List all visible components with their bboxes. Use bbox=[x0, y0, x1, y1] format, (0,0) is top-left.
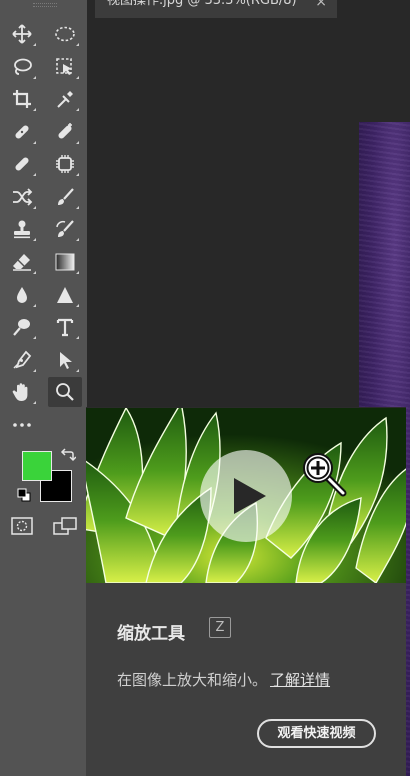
foreground-color-swatch[interactable] bbox=[22, 451, 52, 481]
eraser-icon bbox=[13, 254, 31, 271]
learn-more-link[interactable]: 了解详情 bbox=[270, 671, 330, 689]
type-tool[interactable] bbox=[48, 312, 82, 342]
red-eye-tool[interactable] bbox=[5, 182, 39, 212]
healing-brush-tool[interactable] bbox=[48, 117, 82, 147]
more-icon bbox=[13, 423, 31, 427]
path-selection-tool[interactable] bbox=[48, 345, 82, 375]
screen-mode-icon[interactable] bbox=[53, 517, 77, 535]
tooltip-description: 在图像上放大和缩小。 了解详情 bbox=[117, 669, 330, 690]
play-icon bbox=[234, 478, 266, 514]
triangle-icon bbox=[57, 287, 73, 303]
object-selection-icon bbox=[56, 58, 72, 75]
pen-tool[interactable] bbox=[5, 345, 39, 375]
lasso-tool[interactable] bbox=[5, 52, 39, 82]
gradient-icon bbox=[55, 253, 75, 271]
type-icon bbox=[56, 318, 74, 337]
object-selection-tool[interactable] bbox=[48, 52, 82, 82]
play-button[interactable] bbox=[200, 450, 292, 542]
move-tool[interactable] bbox=[5, 19, 39, 49]
swap-colors-icon[interactable] bbox=[60, 447, 76, 463]
zoom-in-cursor-icon bbox=[303, 453, 347, 497]
healing-brush-icon bbox=[58, 123, 72, 139]
history-brush-icon bbox=[56, 220, 74, 237]
eyedropper-tool[interactable] bbox=[48, 84, 82, 114]
blur-tool[interactable] bbox=[5, 280, 39, 310]
panel-grip[interactable] bbox=[33, 3, 57, 7]
zoom-tool[interactable] bbox=[48, 377, 82, 407]
crop-tool[interactable] bbox=[5, 84, 39, 114]
eyedropper-icon bbox=[57, 91, 73, 108]
shuffle-icon bbox=[13, 188, 33, 206]
elliptical-marquee-tool[interactable] bbox=[48, 19, 82, 49]
content-aware-tool[interactable] bbox=[48, 149, 82, 179]
hand-icon bbox=[12, 383, 28, 401]
hand-tool[interactable] bbox=[5, 377, 39, 407]
pen-icon bbox=[13, 350, 32, 369]
sharpen-tool[interactable] bbox=[48, 280, 82, 310]
zoom-tool-tooltip: 缩放工具 Z 在图像上放大和缩小。 了解详情 观看快速视频 bbox=[86, 407, 406, 776]
default-colors-icon[interactable] bbox=[16, 487, 32, 503]
brush-icon bbox=[58, 188, 74, 205]
history-brush-tool[interactable] bbox=[48, 214, 82, 244]
spot-healing-icon bbox=[15, 125, 29, 139]
drop-icon bbox=[17, 287, 27, 303]
move-icon bbox=[12, 24, 32, 44]
watch-quick-video-button[interactable]: 观看快速视频 bbox=[257, 719, 376, 748]
close-tab-icon[interactable]: × bbox=[315, 0, 327, 9]
eraser-tool[interactable] bbox=[5, 247, 39, 277]
clone-stamp-tool[interactable] bbox=[5, 214, 39, 244]
tooltip-title: 缩放工具 bbox=[117, 624, 185, 644]
bandage-icon bbox=[15, 157, 29, 171]
bandage-tool[interactable] bbox=[5, 149, 39, 179]
dodge-icon bbox=[13, 319, 30, 336]
tools-panel bbox=[0, 0, 87, 776]
gradient-tool[interactable] bbox=[48, 247, 82, 277]
crop-icon bbox=[13, 90, 31, 108]
shortcut-key-badge: Z bbox=[209, 617, 231, 638]
tooltip-video-preview[interactable] bbox=[86, 408, 406, 583]
brush-tool[interactable] bbox=[48, 182, 82, 212]
document-tab[interactable]: 视图操作.jpg @ 33.3%(RGB/8) × bbox=[95, 0, 337, 18]
ellipse-marquee-icon bbox=[55, 26, 75, 42]
magnifier-icon bbox=[56, 383, 74, 401]
chip-icon bbox=[56, 155, 74, 173]
lasso-icon bbox=[14, 58, 32, 75]
stamp-icon bbox=[14, 220, 30, 239]
document-tab-title: 视图操作.jpg @ 33.3%(RGB/8) bbox=[107, 0, 297, 8]
spot-healing-brush-tool[interactable] bbox=[5, 117, 39, 147]
tooltip-description-text: 在图像上放大和缩小。 bbox=[117, 671, 268, 689]
photoshop-window: 视图操作.jpg @ 33.3%(RGB/8) × 缩放工具 Z 在图像上放大和… bbox=[0, 0, 410, 776]
dodge-tool[interactable] bbox=[5, 312, 39, 342]
quick-mask-icon[interactable] bbox=[11, 517, 33, 535]
arrow-icon bbox=[60, 352, 72, 369]
edit-toolbar-button[interactable] bbox=[5, 409, 39, 439]
